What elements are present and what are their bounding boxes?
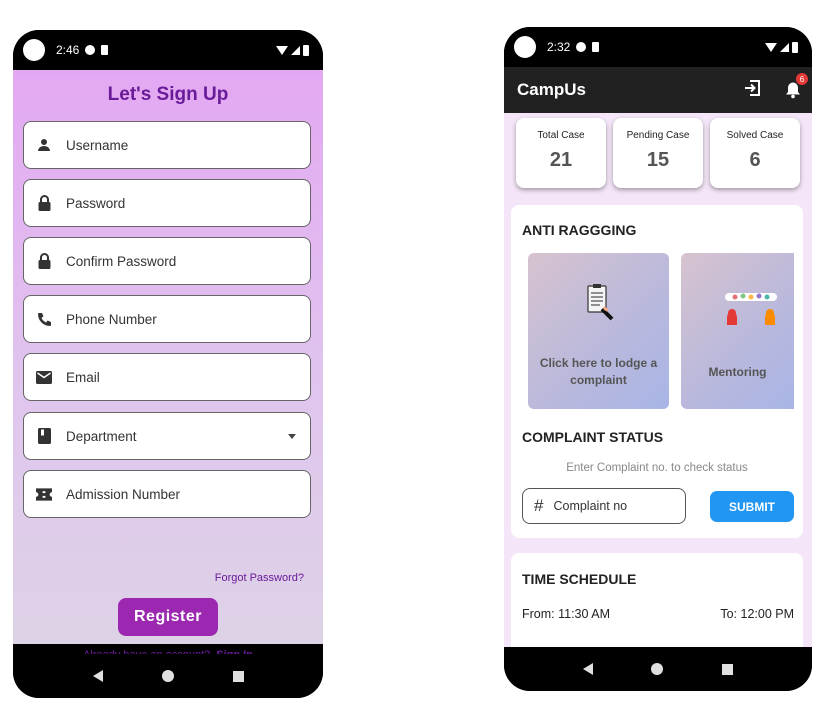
person-icon <box>36 137 52 153</box>
confirm-password-field[interactable]: Confirm Password <box>23 237 311 285</box>
notification-badge: 6 <box>796 73 808 85</box>
back-icon[interactable] <box>583 663 594 675</box>
campus-phone: 2:32 CampUs 6 Total Case 21 Pending Case <box>504 27 812 691</box>
dashboard-screen: Total Case 21 Pending Case 15 Solved Cas… <box>504 113 812 647</box>
signal-icon <box>291 45 300 55</box>
complaint-number-input[interactable]: # Complaint no <box>522 488 686 524</box>
solved-case-card[interactable]: Solved Case 6 <box>710 118 800 188</box>
wifi-icon <box>765 42 777 52</box>
sim-card-icon <box>101 45 109 55</box>
home-icon[interactable] <box>161 670 174 682</box>
card-label: Click here to lodge a complaint <box>539 356 658 387</box>
time-schedule-panel: TIME SCHEDULE From: 11:30 AM To: 12:00 P… <box>511 553 803 647</box>
stat-label: Solved Case <box>726 130 784 141</box>
email-icon <box>36 369 52 385</box>
admission-number-field[interactable]: Admission Number <box>23 470 311 518</box>
password-field[interactable]: Password <box>23 179 311 227</box>
notification-icon <box>85 45 96 55</box>
card-label: Mentoring <box>708 365 767 379</box>
anti-ragging-title: ANTI RAGGGING <box>522 222 637 238</box>
stat-label: Total Case <box>537 130 585 141</box>
username-label: Username <box>66 137 129 153</box>
time-schedule-title: TIME SCHEDULE <box>522 571 637 587</box>
submit-button[interactable]: SUBMIT <box>710 491 794 522</box>
camera-cutout <box>514 36 536 58</box>
notification-icon <box>576 42 587 52</box>
stat-label: Pending Case <box>626 130 690 141</box>
status-bar: 2:46 <box>13 30 323 70</box>
register-button[interactable]: Register <box>118 598 218 636</box>
mentoring-card[interactable]: Mentoring <box>681 253 794 409</box>
stat-value: 21 <box>549 149 573 171</box>
stat-value: 6 <box>749 149 761 171</box>
sim-card-icon <box>592 42 600 52</box>
email-field[interactable]: Email <box>23 353 311 401</box>
confirm-password-label: Confirm Password <box>66 253 177 269</box>
from-time: From: 11:30 AM <box>522 607 610 621</box>
total-case-card[interactable]: Total Case 21 <box>516 118 606 188</box>
lock-icon <box>36 253 52 269</box>
page-title: Let's Sign Up <box>107 84 229 105</box>
lock-icon <box>36 195 52 211</box>
ticket-icon <box>36 486 52 502</box>
password-label: Password <box>66 195 126 211</box>
status-time: 2:32 <box>547 40 571 54</box>
phone-number-label: Phone Number <box>66 311 157 327</box>
hash-icon: # <box>534 496 544 515</box>
signal-icon <box>780 42 789 52</box>
phone-number-field[interactable]: Phone Number <box>23 295 311 343</box>
lodge-complaint-card[interactable]: Click here to lodge a complaint <box>528 253 669 409</box>
recents-icon[interactable] <box>721 663 733 675</box>
home-icon[interactable] <box>651 663 664 675</box>
signup-phone: 2:46 Let's Sign Up Username Password Con… <box>13 30 323 698</box>
complaint-status-title: COMPLAINT STATUS <box>522 429 664 445</box>
battery-icon <box>303 44 309 56</box>
app-title: CampUs <box>517 80 586 99</box>
app-bar: CampUs 6 <box>504 67 812 113</box>
phone-icon <box>36 311 52 327</box>
pending-case-card[interactable]: Pending Case 15 <box>613 118 703 188</box>
dropdown-arrow-icon[interactable] <box>288 433 296 439</box>
status-time: 2:46 <box>56 43 80 57</box>
battery-icon <box>792 41 798 53</box>
notifications-button[interactable]: 6 <box>784 73 808 99</box>
department-label: Department <box>66 428 137 444</box>
department-dropdown[interactable]: Department <box>23 412 311 460</box>
clipboard-icon <box>587 284 614 321</box>
anti-ragging-panel: ANTI RAGGGING Click here to lodge a comp… <box>511 205 803 538</box>
navigation-bar <box>504 647 812 691</box>
to-time: To: 12:00 PM <box>720 607 794 621</box>
admission-number-label: Admission Number <box>66 486 181 502</box>
complaint-hint: Enter Complaint no. to check status <box>566 462 748 474</box>
email-label: Email <box>66 369 100 385</box>
forgot-password-link[interactable]: Forgot Password? <box>215 572 304 584</box>
status-bar: 2:32 <box>504 27 812 67</box>
stat-value: 15 <box>646 149 670 171</box>
complaint-placeholder: Complaint no <box>553 499 628 513</box>
wifi-icon <box>276 45 288 55</box>
mentoring-illustration-icon <box>725 293 777 325</box>
camera-cutout <box>23 39 45 61</box>
book-icon <box>36 428 52 444</box>
back-icon[interactable] <box>92 670 103 682</box>
recents-icon[interactable] <box>232 670 244 682</box>
signup-screen: Let's Sign Up Username Password Confirm … <box>13 70 323 661</box>
navigation-bar <box>13 654 323 698</box>
logout-icon[interactable] <box>744 79 762 102</box>
username-field[interactable]: Username <box>23 121 311 169</box>
